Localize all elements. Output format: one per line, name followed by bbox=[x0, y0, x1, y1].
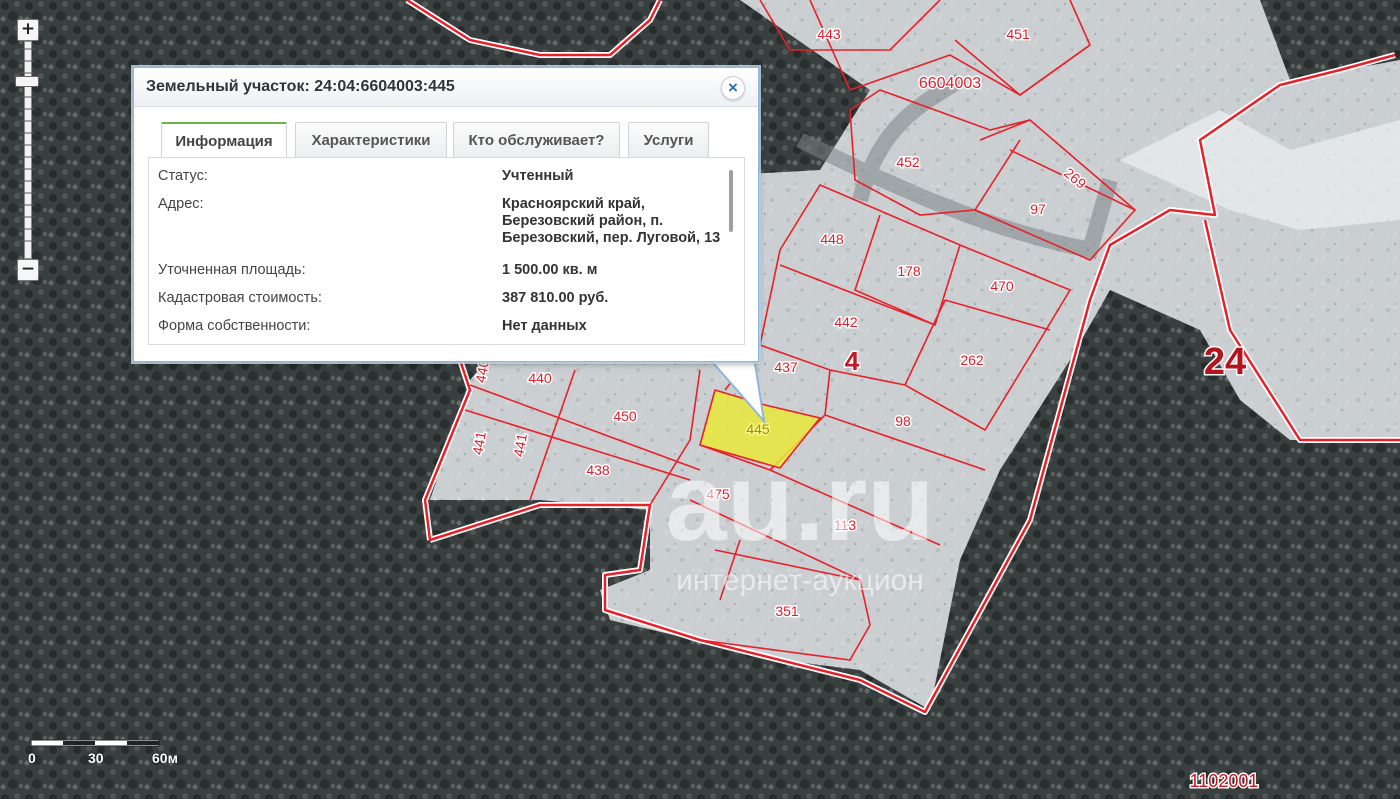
parcel-label: 1102001 bbox=[1190, 771, 1259, 791]
parcel-label: 262 bbox=[960, 352, 984, 368]
watermark-brand: au.ru bbox=[666, 441, 935, 564]
tab-information[interactable]: Информация bbox=[161, 122, 287, 160]
info-panel: Статус: Учтенный Адрес: Красноярский кра… bbox=[148, 157, 745, 345]
popup-header: Земельный участок: 24:04:6604003:445 × bbox=[134, 68, 758, 107]
info-value: Учтенный bbox=[502, 168, 574, 184]
parcel-label: 97 bbox=[1030, 201, 1046, 217]
info-value: 1 500.00 кв. м bbox=[502, 262, 598, 278]
tab-services[interactable]: Услуги bbox=[628, 122, 709, 157]
info-value: Нет данных bbox=[502, 318, 587, 334]
info-value: 387 810.00 руб. bbox=[502, 290, 609, 306]
info-key: Кадастровая стоимость: bbox=[158, 290, 322, 306]
tab-who-serves[interactable]: Кто обслуживает? bbox=[453, 122, 620, 157]
zoom-out-button[interactable]: − bbox=[17, 259, 39, 281]
info-key: Уточненная площадь: bbox=[158, 262, 306, 278]
parcel-label: 438 bbox=[586, 462, 610, 478]
watermark: au.ru интернет-аукцион bbox=[666, 441, 935, 597]
info-value: Красноярский край, Березовский район, п.… bbox=[502, 196, 721, 246]
parcel-label: 440 bbox=[528, 370, 552, 386]
info-key: Форма собственности: bbox=[158, 318, 311, 334]
zoom-slider-handle[interactable] bbox=[15, 76, 39, 87]
parcel-label: 6604003 bbox=[919, 75, 981, 92]
parcel-label: 24 bbox=[1204, 341, 1246, 383]
parcel-label: 470 bbox=[990, 278, 1014, 294]
parcel-label: 351 bbox=[775, 603, 799, 619]
zoom-in-button[interactable]: + bbox=[17, 19, 39, 41]
scale-label-30: 30 bbox=[88, 750, 104, 766]
parcel-label: 443 bbox=[817, 26, 841, 42]
parcel-label: 98 bbox=[895, 413, 911, 429]
parcel-label: 437 bbox=[774, 359, 798, 375]
parcel-label: 4 bbox=[845, 346, 860, 376]
parcel-label: 450 bbox=[613, 408, 637, 424]
close-button[interactable]: × bbox=[721, 76, 745, 100]
watermark-tagline: интернет-аукцион bbox=[676, 564, 924, 597]
parcel-label: 448 bbox=[820, 231, 844, 247]
tab-characteristics[interactable]: Характеристики bbox=[295, 122, 447, 157]
scale-label-60: 60м bbox=[152, 750, 178, 766]
scale-label-0: 0 bbox=[28, 750, 36, 766]
popup-title: Земельный участок: 24:04:6604003:445 bbox=[146, 78, 455, 95]
minus-icon: − bbox=[20, 259, 36, 279]
close-icon: × bbox=[728, 78, 738, 97]
parcel-label: 451 bbox=[1006, 26, 1030, 42]
parcel-label: 442 bbox=[834, 314, 858, 330]
scale-bar bbox=[30, 739, 160, 747]
parcel-label: 178 bbox=[897, 263, 921, 279]
panel-scrollbar[interactable] bbox=[729, 170, 733, 232]
popup-pointer bbox=[706, 355, 766, 425]
parcel-info-popup: Земельный участок: 24:04:6604003:445 × И… bbox=[133, 67, 759, 362]
info-key: Статус: bbox=[158, 168, 208, 184]
parcel-label: 452 bbox=[896, 154, 920, 170]
zoom-ticks bbox=[19, 48, 35, 242]
plus-icon: + bbox=[20, 19, 36, 39]
info-key: Адрес: bbox=[158, 196, 204, 212]
